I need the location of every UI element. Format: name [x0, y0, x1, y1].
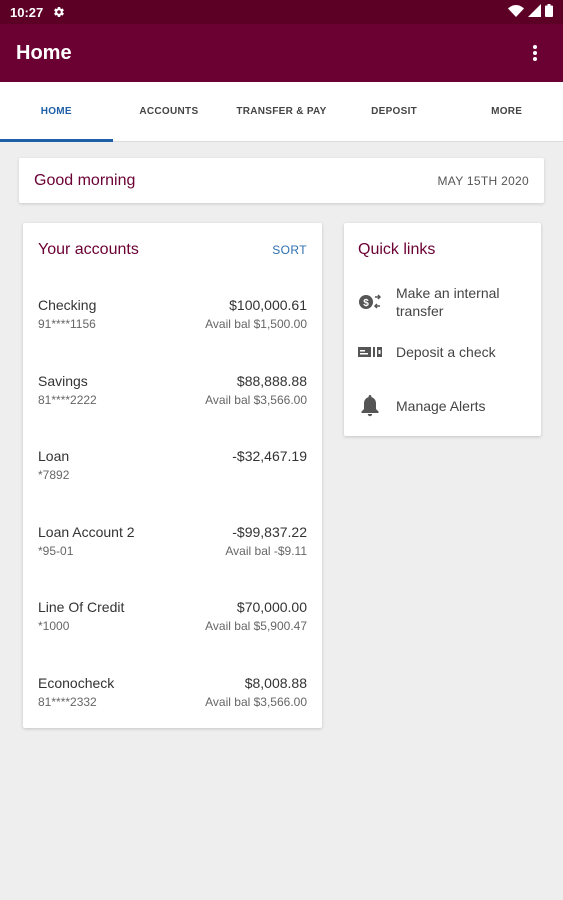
quick-link-label: Deposit a check	[396, 344, 496, 360]
account-available-balance: Avail bal $3,566.00	[205, 694, 307, 709]
account-number: 81****2332	[38, 694, 97, 709]
quick-links-title: Quick links	[358, 241, 436, 258]
overflow-menu-icon[interactable]	[523, 41, 547, 65]
account-number: *7892	[38, 468, 70, 482]
account-number: *95-01	[38, 543, 74, 558]
quick-link-internal-transfer[interactable]: $ Make an internal transfer	[358, 277, 527, 327]
sort-button[interactable]: SORT	[272, 243, 307, 257]
account-balance: $70,000.00	[236, 599, 307, 615]
quick-link-label: Make an internal transfer	[396, 285, 500, 319]
quick-link-manage-alerts[interactable]: Manage Alerts	[358, 377, 527, 435]
account-name: Line Of Credit	[38, 599, 125, 615]
account-number: *1000	[38, 619, 70, 633]
quick-link-label: Manage Alerts	[396, 398, 486, 414]
settings-gear-icon	[53, 6, 65, 18]
tab-bar: HOME ACCOUNTS TRANSFER & PAY DEPOSIT MOR…	[0, 82, 563, 142]
account-number: 91****1156	[38, 317, 96, 331]
greeting-text: Good morning	[34, 171, 136, 189]
tab-more[interactable]: MORE	[450, 82, 563, 141]
account-balance: -$99,837.22	[232, 523, 307, 540]
account-row-line-of-credit[interactable]: Line Of Credit *1000 $70,000.00 Avail ba…	[38, 579, 307, 655]
page-title: Home	[16, 41, 72, 64]
status-time: 10:27	[10, 4, 44, 20]
svg-text:$: $	[363, 298, 369, 309]
bell-icon	[358, 394, 382, 418]
wifi-icon	[508, 4, 524, 20]
account-row-loan[interactable]: Loan *7892 -$32,467.19	[38, 428, 307, 504]
account-row-checking[interactable]: Checking 91****1156 $100,000.61 Avail ba…	[38, 277, 307, 353]
account-balance: $100,000.61	[229, 297, 307, 313]
accounts-card: Your accounts SORT Checking 91****1156 $…	[23, 223, 322, 728]
battery-icon	[545, 4, 553, 20]
account-available-balance: Avail bal $3,566.00	[205, 392, 307, 407]
tab-transfer-pay[interactable]: TRANSFER & PAY	[225, 82, 338, 141]
tab-accounts[interactable]: ACCOUNTS	[113, 82, 226, 141]
account-balance: $8,008.88	[244, 674, 307, 691]
account-row-savings[interactable]: Savings 81****2222 $88,888.88 Avail bal …	[38, 353, 307, 429]
tab-home[interactable]: HOME	[0, 82, 113, 142]
account-name: Loan	[38, 448, 70, 464]
greeting-card: Good morning MAY 15TH 2020	[19, 158, 544, 203]
account-name: Checking	[38, 297, 97, 313]
quick-link-deposit-check[interactable]: Deposit a check	[358, 327, 527, 377]
app-bar: Home	[0, 24, 563, 82]
account-row-loan-account-2[interactable]: Loan Account 2 *95-01 -$99,837.22 Avail …	[38, 504, 307, 580]
account-number: 81****2222	[38, 392, 97, 407]
cell-signal-icon	[528, 4, 541, 20]
transfer-icon: $	[358, 290, 382, 314]
accounts-header: Your accounts SORT	[38, 223, 307, 277]
account-balance: -$32,467.19	[232, 448, 307, 464]
account-available-balance: Avail bal $1,500.00	[205, 317, 307, 331]
check-deposit-icon	[358, 340, 382, 364]
account-name: Econocheck	[38, 674, 115, 691]
status-bar: 10:27	[0, 0, 563, 24]
account-available-balance: Avail bal -$9.11	[225, 543, 307, 558]
quick-links-card: Quick links $ Make an internal transfer …	[344, 223, 541, 436]
tab-deposit[interactable]: DEPOSIT	[338, 82, 451, 141]
accounts-title: Your accounts	[38, 241, 139, 258]
account-name: Savings	[38, 372, 88, 389]
account-available-balance: Avail bal $5,900.47	[205, 619, 307, 633]
account-row-econocheck[interactable]: Econocheck 81****2332 $8,008.88 Avail ba…	[38, 655, 307, 731]
account-balance: $88,888.88	[236, 372, 307, 389]
greeting-date: MAY 15TH 2020	[437, 173, 529, 188]
account-name: Loan Account 2	[38, 523, 135, 540]
